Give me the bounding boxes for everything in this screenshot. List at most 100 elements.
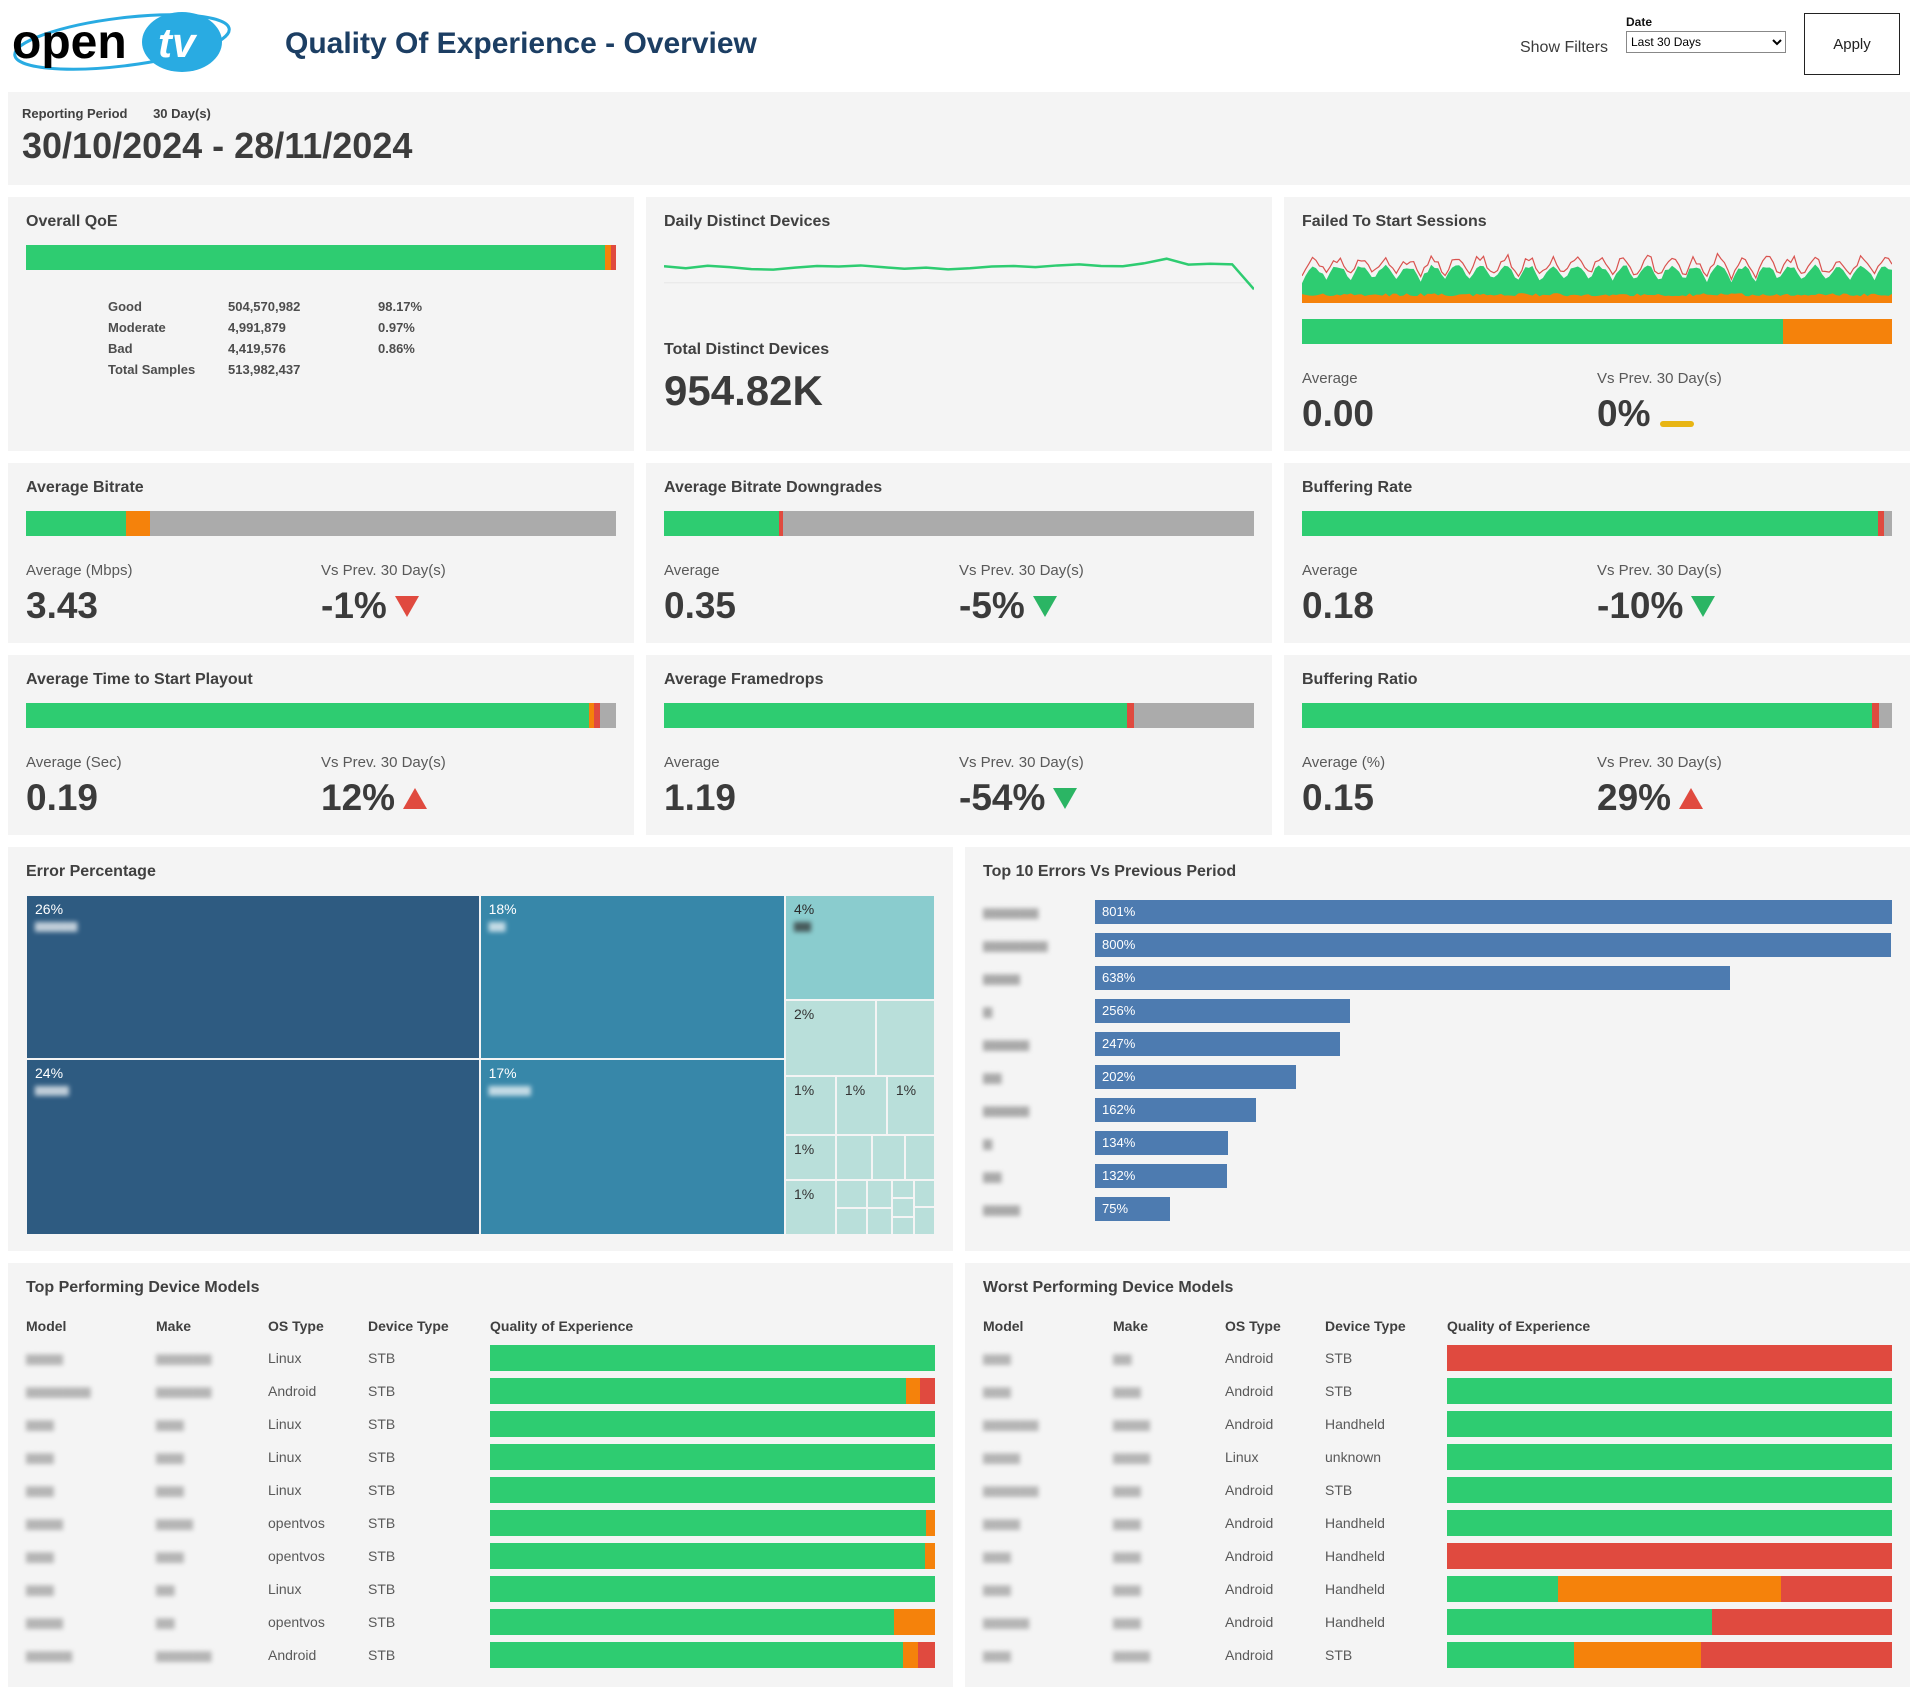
total-samples-value: 513,982,437 — [228, 362, 378, 377]
treemap-tile[interactable]: 1% — [887, 1076, 935, 1135]
date-select[interactable]: Last 30 Days — [1626, 31, 1786, 53]
top10-error-row[interactable]: ▆▆▆▆▆▆▆ 800% — [983, 928, 1892, 961]
error-label-redacted: ▆ — [983, 1136, 1095, 1150]
card-title: Daily Distinct Devices — [664, 213, 1254, 231]
make-redacted: ▆▆▆ — [156, 1483, 268, 1497]
trend-triangle-icon — [1053, 788, 1077, 809]
device-type: STB — [368, 1647, 490, 1663]
error-bar-value: 256% — [1095, 1003, 1135, 1018]
table-row[interactable]: ▆▆▆▆ ▆▆▆▆▆▆ Linux STB — [26, 1341, 935, 1374]
table-row[interactable]: ▆▆▆▆ ▆▆▆▆ opentvos STB — [26, 1506, 935, 1539]
table-row[interactable]: ▆▆▆ ▆▆▆ opentvos STB — [26, 1539, 935, 1572]
treemap-tile[interactable]: 2% — [785, 1000, 876, 1076]
treemap-tile[interactable] — [867, 1180, 892, 1209]
top10-error-row[interactable]: ▆ 134% — [983, 1126, 1892, 1159]
table-row[interactable]: ▆▆▆ ▆▆▆▆ Android STB — [983, 1638, 1892, 1671]
table-row[interactable]: ▆▆▆▆▆ ▆▆▆▆▆▆ Android STB — [26, 1638, 935, 1671]
treemap-tile[interactable] — [836, 1135, 872, 1180]
os-type: Linux — [268, 1416, 368, 1432]
treemap-tile[interactable]: 17% ▆▆▆▆▆ — [480, 1059, 785, 1235]
table-row[interactable]: ▆▆▆▆▆▆▆ ▆▆▆▆▆▆ Android STB — [26, 1374, 935, 1407]
card-title: Average Framedrops — [664, 671, 1254, 689]
error-label-redacted: ▆▆▆▆▆ — [983, 1103, 1095, 1117]
treemap-tile[interactable]: 1% — [785, 1180, 836, 1235]
vs-prev-value: 29% — [1597, 777, 1671, 819]
treemap-tile[interactable] — [892, 1217, 914, 1235]
qoe-bar — [490, 1576, 935, 1602]
model-redacted: ▆▆▆▆▆▆ — [983, 1483, 1113, 1497]
top10-error-row[interactable]: ▆▆▆▆ 75% — [983, 1192, 1892, 1225]
top10-error-row[interactable]: ▆▆▆▆▆ 162% — [983, 1093, 1892, 1126]
reporting-period-days: 30 Day(s) — [153, 106, 211, 121]
top-performing-panel: Top Performing Device Models Model Make … — [8, 1263, 953, 1687]
device-type: STB — [368, 1482, 490, 1498]
treemap-tile[interactable] — [914, 1207, 935, 1235]
treemap-tile[interactable] — [914, 1180, 935, 1208]
failed-sessions-area-chart — [1302, 245, 1892, 303]
os-type: Android — [1225, 1515, 1325, 1531]
device-type: STB — [1325, 1647, 1447, 1663]
table-row[interactable]: ▆▆▆▆▆▆ ▆▆▆▆ Android Handheld — [983, 1407, 1892, 1440]
os-type: Android — [1225, 1581, 1325, 1597]
treemap-tile[interactable] — [836, 1208, 867, 1235]
os-type: Android — [1225, 1614, 1325, 1630]
make-redacted: ▆▆ — [156, 1615, 268, 1629]
treemap-tile[interactable] — [836, 1180, 867, 1209]
table-row[interactable]: ▆▆▆ ▆▆▆ Android Handheld — [983, 1539, 1892, 1572]
device-type: STB — [1325, 1383, 1447, 1399]
treemap-tile[interactable] — [867, 1208, 892, 1235]
vs-prev-value: 0% — [1597, 393, 1650, 435]
table-row[interactable]: ▆▆▆ ▆▆ Linux STB — [26, 1572, 935, 1605]
model-redacted: ▆▆▆▆▆▆▆ — [26, 1384, 156, 1398]
table-row[interactable]: ▆▆▆ ▆▆▆ Linux STB — [26, 1473, 935, 1506]
table-row[interactable]: ▆▆▆ ▆▆▆ Android Handheld — [983, 1572, 1892, 1605]
top10-error-row[interactable]: ▆▆▆▆ 638% — [983, 961, 1892, 994]
table-row[interactable]: ▆▆▆ ▆▆▆ Android STB — [983, 1374, 1892, 1407]
show-filters-button[interactable]: Show Filters — [1520, 39, 1608, 57]
treemap-tile[interactable]: 4% ▆▆ — [785, 895, 935, 1000]
average-label: Average (%) — [1302, 754, 1597, 771]
error-label-redacted: ▆▆▆▆▆ — [983, 1037, 1095, 1051]
error-bar: 202% — [1095, 1065, 1296, 1089]
top10-error-row[interactable]: ▆▆ 132% — [983, 1159, 1892, 1192]
treemap-tile[interactable]: 1% — [785, 1135, 836, 1180]
treemap-tile[interactable]: 1% — [785, 1076, 836, 1135]
table-row[interactable]: ▆▆▆ ▆▆ Android STB — [983, 1341, 1892, 1374]
top10-error-row[interactable]: ▆▆▆▆▆▆ 801% — [983, 895, 1892, 928]
treemap-tile[interactable]: 24% ▆▆▆▆ — [26, 1059, 480, 1235]
treemap-tile[interactable] — [905, 1135, 935, 1180]
table-row[interactable]: ▆▆▆▆ ▆▆▆▆ Linux unknown — [983, 1440, 1892, 1473]
apply-button[interactable]: Apply — [1804, 13, 1900, 75]
table-row[interactable]: ▆▆▆▆ ▆▆▆ Android Handheld — [983, 1506, 1892, 1539]
top10-error-row[interactable]: ▆▆ 202% — [983, 1060, 1892, 1093]
treemap-tile[interactable]: 18% ▆▆ — [480, 895, 785, 1059]
table-row[interactable]: ▆▆▆▆▆▆ ▆▆▆ Android STB — [983, 1473, 1892, 1506]
make-redacted: ▆▆▆▆ — [156, 1516, 268, 1530]
treemap-tile[interactable]: 26% ▆▆▆▆▆ — [26, 895, 480, 1059]
treemap-tile[interactable] — [872, 1135, 905, 1180]
model-redacted: ▆▆▆ — [26, 1450, 156, 1464]
treemap-tile[interactable] — [892, 1180, 914, 1198]
treemap-tile[interactable]: 1% — [836, 1076, 887, 1135]
make-redacted: ▆▆▆ — [1113, 1516, 1225, 1530]
table-row[interactable]: ▆▆▆ ▆▆▆ Linux STB — [26, 1407, 935, 1440]
legend-label: Moderate — [108, 320, 228, 335]
qoe-bar — [490, 1411, 935, 1437]
treemap-tile[interactable] — [876, 1000, 935, 1076]
header: open tv Quality Of Experience - Overview… — [0, 0, 1918, 88]
error-bar: 801% — [1095, 900, 1892, 924]
average-label: Average — [1302, 562, 1597, 579]
table-row[interactable]: ▆▆▆▆▆ ▆▆▆ Android Handheld — [983, 1605, 1892, 1638]
top10-error-row[interactable]: ▆ 256% — [983, 994, 1892, 1027]
table-row[interactable]: ▆▆▆▆ ▆▆ opentvos STB — [26, 1605, 935, 1638]
table-header: Model Make OS Type Device Type Quality o… — [983, 1311, 1892, 1341]
error-bar: 75% — [1095, 1197, 1170, 1221]
treemap-tile-pct: 18% — [489, 901, 784, 917]
top10-error-row[interactable]: ▆▆▆▆▆ 247% — [983, 1027, 1892, 1060]
make-redacted: ▆▆▆ — [156, 1549, 268, 1563]
table-row[interactable]: ▆▆▆ ▆▆▆ Linux STB — [26, 1440, 935, 1473]
vs-prev-value: -10% — [1597, 585, 1683, 627]
treemap-tile[interactable] — [892, 1198, 914, 1216]
error-label-redacted: ▆▆▆▆▆▆ — [983, 905, 1095, 919]
error-label-redacted: ▆▆▆▆▆▆▆ — [983, 938, 1095, 952]
